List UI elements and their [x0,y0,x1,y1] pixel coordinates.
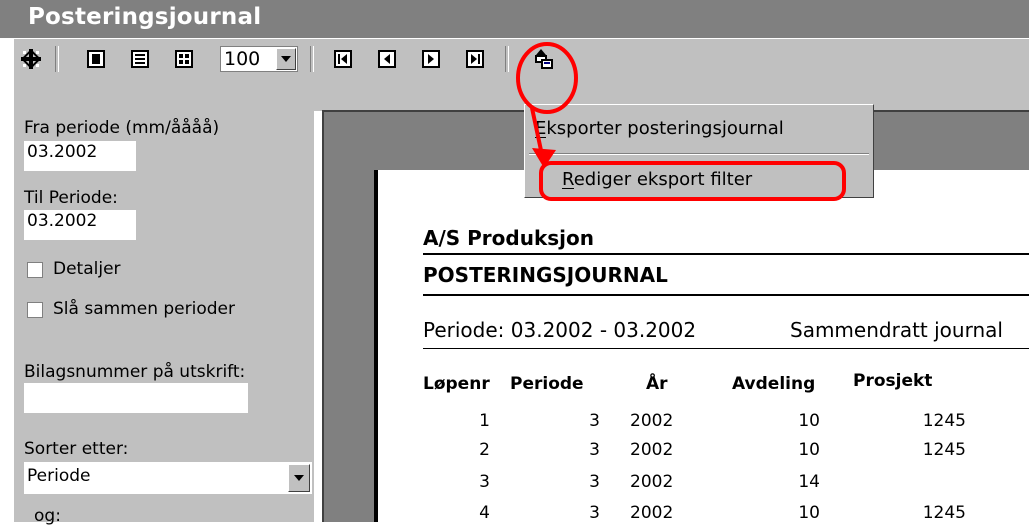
highlight-circle [516,42,578,114]
highlight-rounded-rect [539,161,846,201]
annotation-arrow-line [530,107,544,156]
annotation-overlay [516,42,846,201]
